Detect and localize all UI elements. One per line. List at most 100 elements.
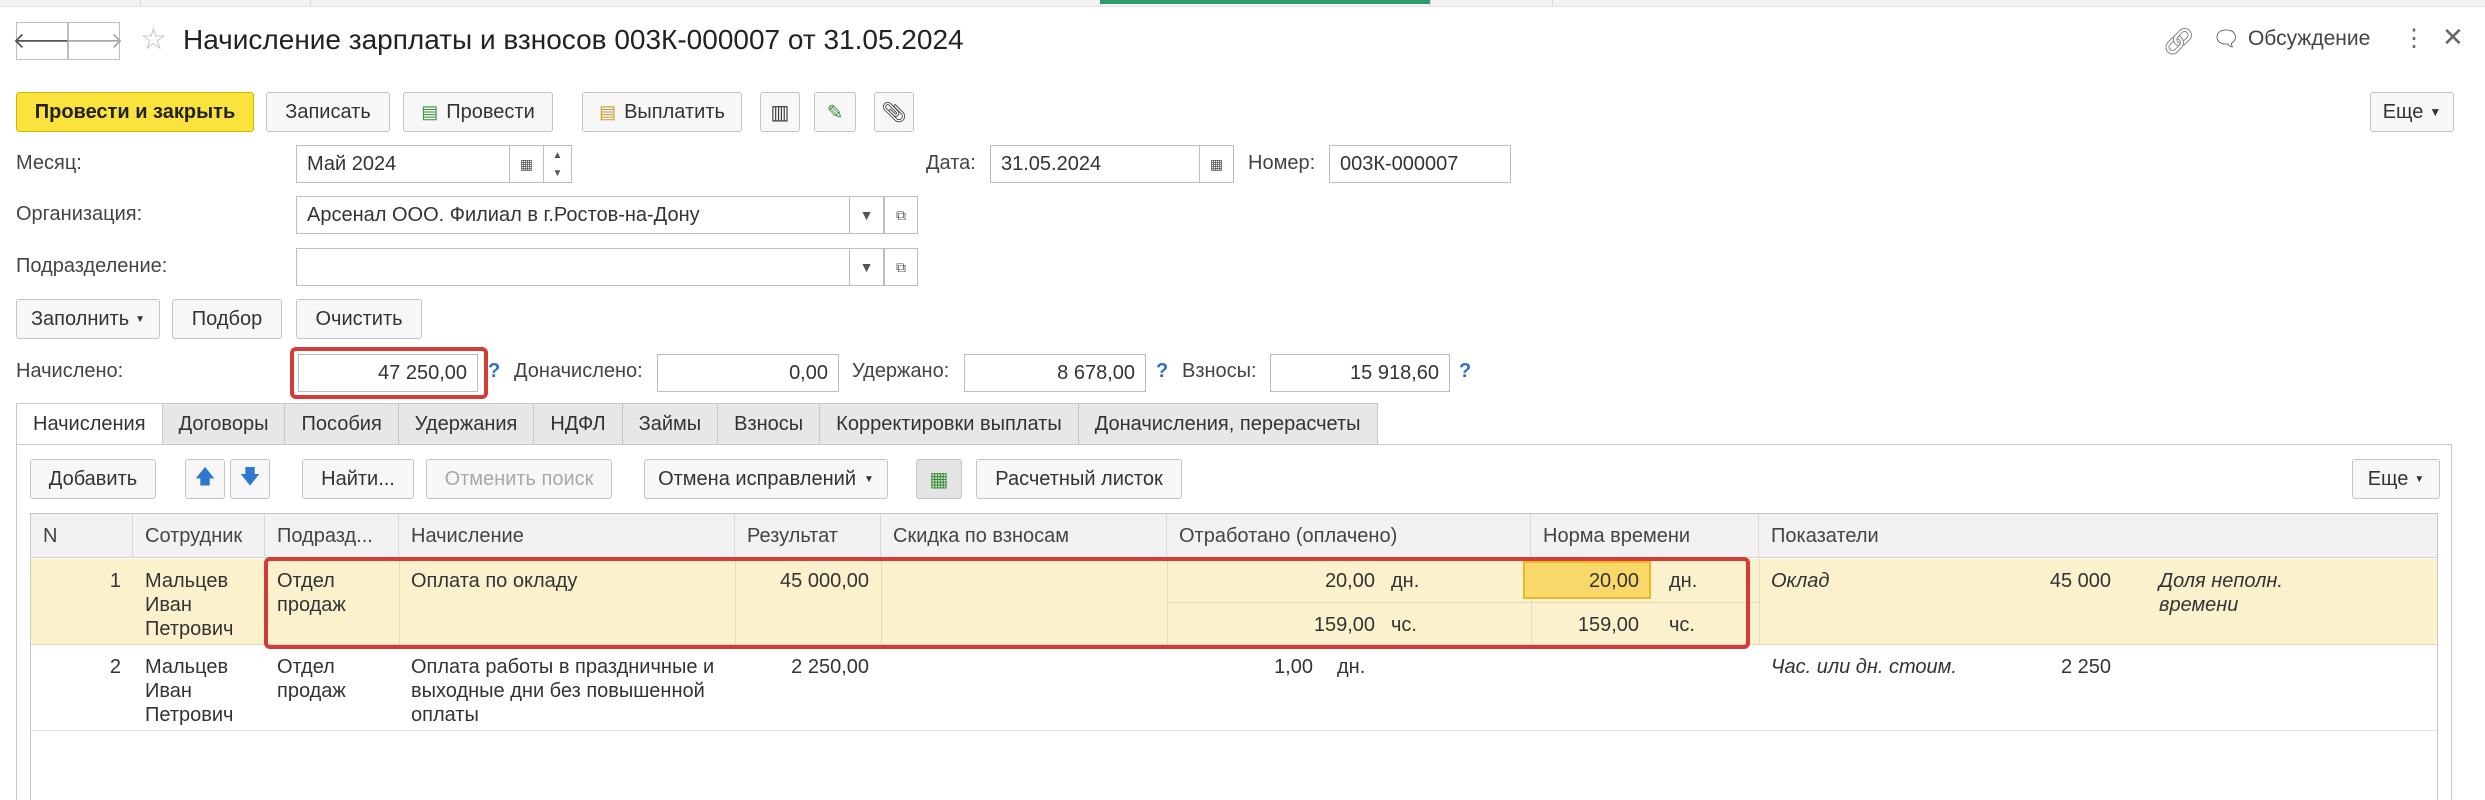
indicator-value[interactable]: 2 250 — [1981, 655, 2111, 679]
contributions-hint[interactable]: ? — [1459, 360, 1471, 383]
column-header-norm[interactable]: Норма времени — [1531, 514, 1759, 558]
column-header-discount[interactable]: Скидка по взносам — [881, 514, 1167, 558]
tab-recalculations[interactable]: Доначисления, перерасчеты — [1077, 403, 1378, 445]
tab-contributions[interactable]: Взносы — [717, 403, 821, 445]
accrued-hint[interactable]: ? — [488, 360, 500, 383]
row-number: 1 — [109, 570, 121, 592]
withheld-hint[interactable]: ? — [1156, 360, 1168, 383]
arrow-right-icon: 🡒 — [64, 28, 124, 53]
pick-button[interactable]: Подбор — [172, 299, 282, 339]
payslip-button[interactable]: Расчетный листок — [976, 459, 1182, 499]
pay-doc-icon: ▤ — [599, 101, 617, 122]
column-header-employee[interactable]: Сотрудник — [133, 514, 265, 558]
stepper-down-icon[interactable]: ▼ — [553, 168, 563, 179]
fill-button[interactable]: Заполнить ▼ — [16, 299, 160, 339]
attach-button[interactable]: 📎︎ — [874, 92, 914, 132]
date-field[interactable]: 31.05.2024 — [990, 145, 1200, 183]
department-cell: Отдел продаж — [277, 656, 346, 702]
more-label: Еще — [2382, 100, 2424, 123]
find-button[interactable]: Найти... — [302, 459, 414, 499]
employee-name: Мальцев Иван Петрович — [145, 656, 234, 726]
contributions-field[interactable]: 15 918,60 — [1270, 354, 1450, 392]
column-header-accrual[interactable]: Начисление — [399, 514, 735, 558]
column-header-department[interactable]: Подразд... — [265, 514, 399, 558]
link-icon[interactable]: 🔗︎ — [2162, 26, 2195, 57]
month-label: Месяц: — [16, 152, 82, 174]
worked-days[interactable]: 1,00 — [1167, 655, 1313, 679]
table-add-button[interactable]: ▦ — [916, 459, 962, 499]
move-down-button[interactable]: 🡇 — [230, 459, 270, 499]
calendar-icon[interactable]: ▦ — [1200, 145, 1234, 183]
indicator-extra: Доля неполн. времени — [2159, 570, 2283, 616]
indicator-name: Час. или дн. стоим. — [1771, 656, 1957, 678]
result-cell[interactable]: 2 250,00 — [735, 655, 869, 679]
post-button[interactable]: ▤ Провести — [403, 92, 553, 132]
month-field[interactable]: Май 2024 — [296, 145, 510, 183]
tab-benefits[interactable]: Пособия — [284, 403, 399, 445]
clear-button[interactable]: Очистить — [296, 299, 422, 339]
arrow-down-icon: 🡇 — [239, 466, 261, 488]
month-stepper[interactable]: ▲ ▼ — [544, 145, 572, 183]
tab-ndfl[interactable]: НДФЛ — [533, 403, 623, 445]
calendar-icon[interactable]: ▦ — [510, 145, 544, 183]
column-header-result[interactable]: Результат — [735, 514, 881, 558]
edit-sign-button[interactable]: ✎ — [814, 92, 856, 132]
table-more-label: Еще — [2367, 467, 2409, 490]
worked-days-unit: дн. — [1337, 656, 1366, 678]
accrued-field[interactable]: 47 250,00 — [298, 354, 478, 392]
chevron-down-icon: ▼ — [2429, 105, 2442, 119]
active-tab-indicator — [1100, 0, 1430, 4]
extra-accrued-field[interactable]: 0,00 — [657, 354, 839, 392]
column-header-indicators[interactable]: Показатели — [1759, 514, 2439, 558]
kebab-icon[interactable]: ⋮ — [2402, 24, 2426, 53]
add-row-button[interactable]: Добавить — [30, 459, 156, 499]
tab-divider — [140, 0, 141, 6]
open-icon[interactable]: ⧉ — [884, 248, 918, 286]
tab-deductions[interactable]: Удержания — [397, 403, 535, 445]
table-row[interactable]: 2 Мальцев Иван Петрович Отдел продаж Опл… — [31, 645, 2437, 731]
accrual-cell[interactable]: Оплата работы в праздничные и выходные д… — [411, 655, 714, 727]
report-button[interactable]: ▥ — [760, 92, 800, 132]
move-up-button[interactable]: 🡅 — [185, 459, 225, 499]
close-icon[interactable]: ✕ — [2442, 22, 2464, 53]
back-button[interactable]: 🡐 — [13, 22, 72, 60]
post-doc-icon: ▤ — [421, 101, 439, 122]
stepper-up-icon[interactable]: ▲ — [553, 150, 563, 161]
table-header: N Сотрудник Подразд... Начисление Резуль… — [31, 514, 2437, 558]
cancel-corrections-button[interactable]: Отмена исправлений ▼ — [644, 459, 888, 499]
employee-name: Мальцев Иван Петрович — [145, 570, 234, 640]
tab-contracts[interactable]: Договоры — [161, 403, 286, 445]
table-more-button[interactable]: Еще ▼ — [2352, 459, 2440, 499]
cancel-search-button[interactable]: Отменить поиск — [426, 459, 612, 499]
arrow-left-icon: 🡐 — [12, 28, 72, 53]
fill-label: Заполнить — [30, 307, 130, 330]
forward-button[interactable]: 🡒 — [65, 22, 124, 60]
pay-button[interactable]: ▤ Выплатить — [582, 92, 742, 132]
tab-accruals[interactable]: Начисления — [16, 403, 163, 445]
indicator-value[interactable]: 45 000 — [1981, 569, 2111, 593]
more-button[interactable]: Еще ▼ — [2370, 92, 2454, 132]
column-header-n[interactable]: N — [31, 514, 133, 558]
chevron-down-icon[interactable]: ▼ — [850, 248, 884, 286]
top-tab-strip — [0, 0, 2485, 7]
chat-icon: 🗨︎ — [2212, 26, 2240, 51]
open-icon[interactable]: ⧉ — [884, 196, 918, 234]
tab-divider — [1430, 0, 1431, 6]
post-and-close-button[interactable]: Провести и закрыть — [16, 92, 254, 132]
column-header-worked[interactable]: Отработано (оплачено) — [1167, 514, 1531, 558]
discuss-button[interactable]: 🗨︎ Обсуждение — [2212, 26, 2370, 52]
organization-field[interactable]: Арсенал ООО. Филиал в г.Ростов-на-Дону — [296, 196, 850, 234]
row-number: 2 — [109, 656, 121, 678]
tab-loans[interactable]: Займы — [621, 403, 719, 445]
tab-payment-corrections[interactable]: Корректировки выплаты — [819, 403, 1079, 445]
withheld-label: Удержано: — [852, 360, 950, 382]
save-button[interactable]: Записать — [266, 92, 390, 132]
withheld-field[interactable]: 8 678,00 — [964, 354, 1146, 392]
department-field[interactable] — [296, 248, 850, 286]
tab-divider — [310, 0, 311, 6]
highlight-box — [264, 557, 1750, 649]
star-icon[interactable]: ☆ — [140, 22, 167, 57]
chevron-down-icon[interactable]: ▼ — [850, 196, 884, 234]
number-field[interactable]: 003К-000007 — [1329, 145, 1511, 183]
discuss-label: Обсуждение — [2247, 27, 2371, 50]
